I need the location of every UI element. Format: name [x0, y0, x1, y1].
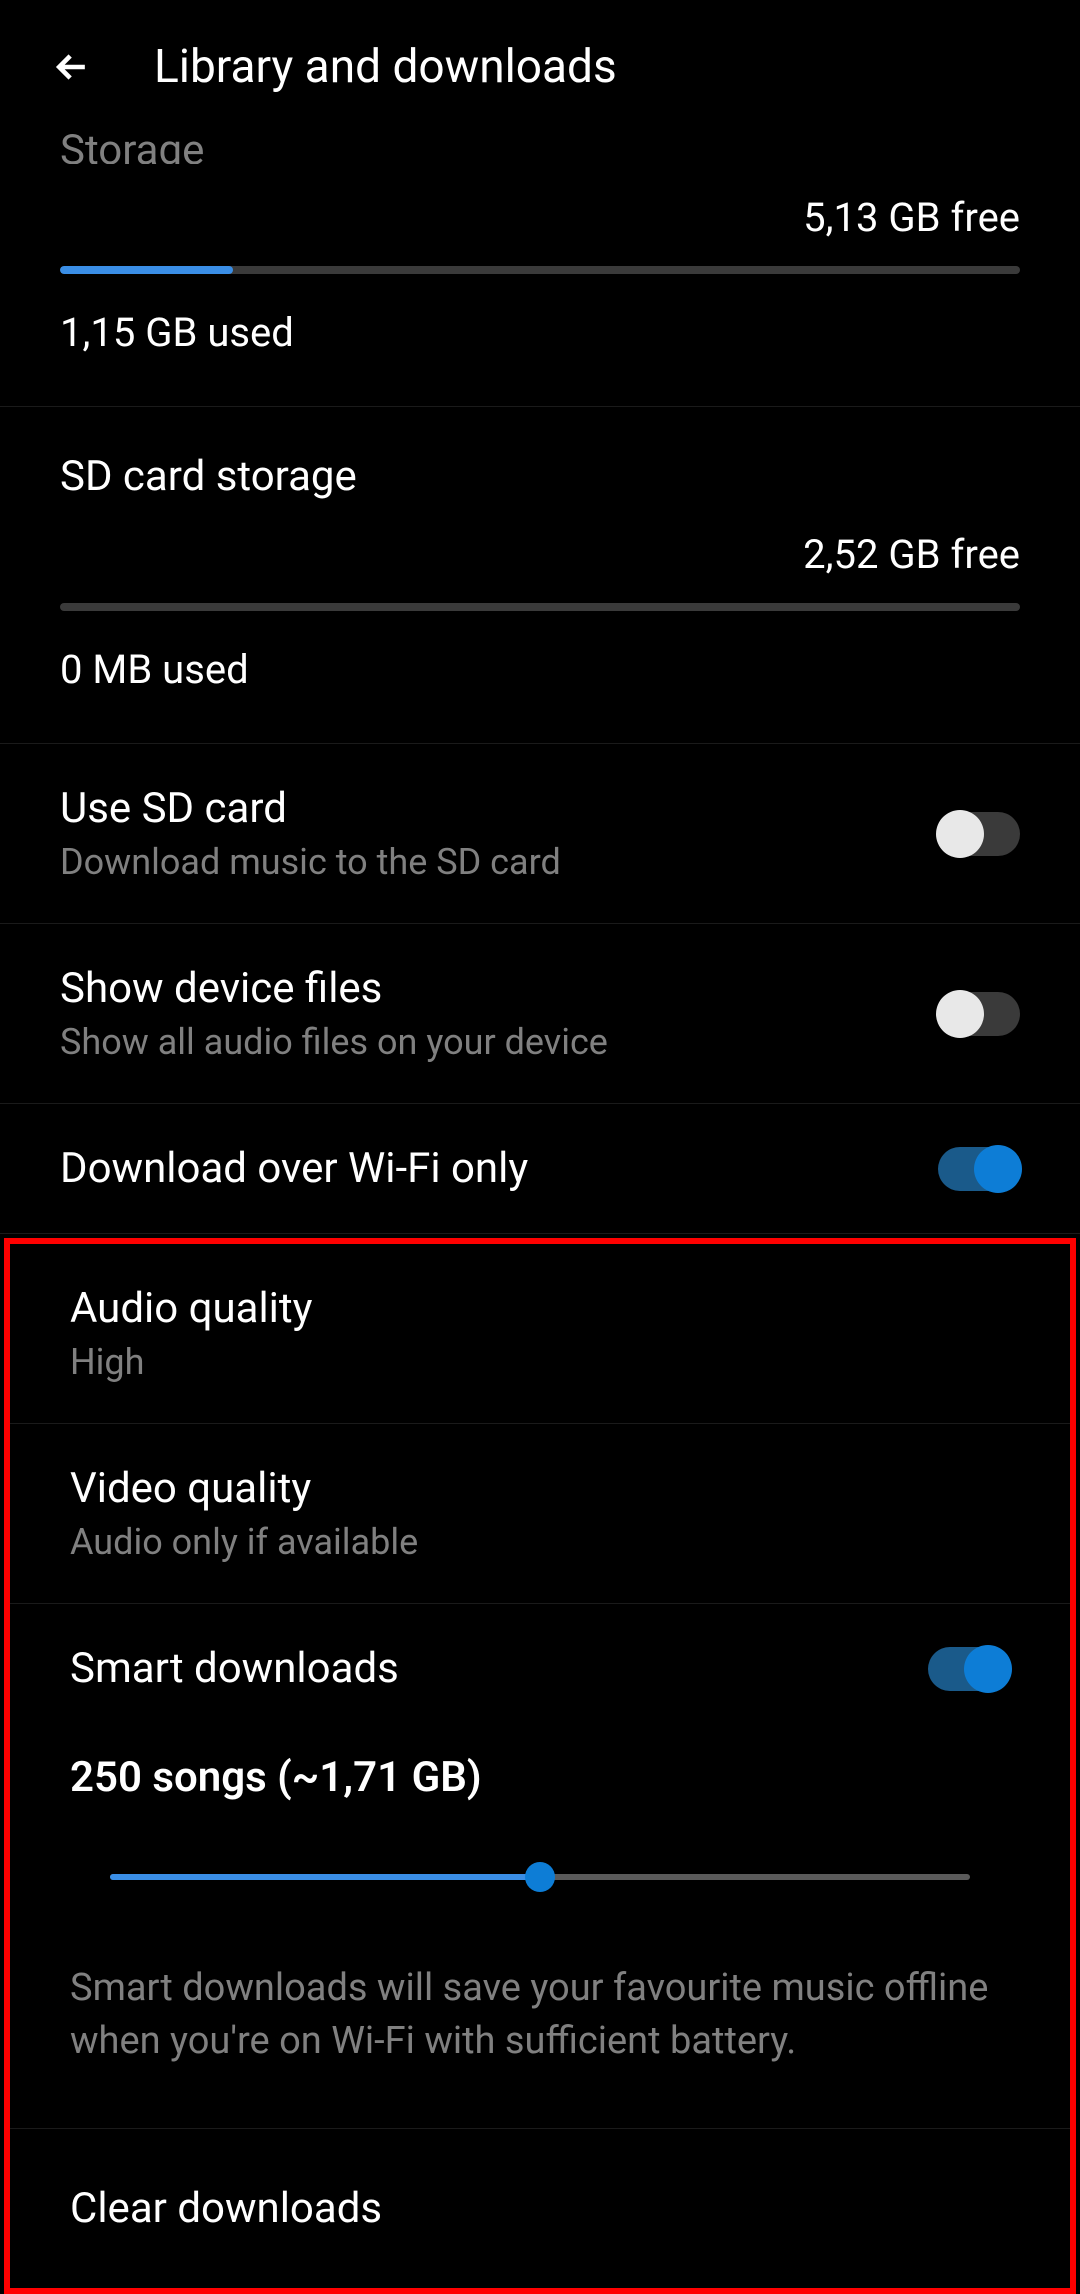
sd-storage-progress-bar	[60, 603, 1020, 611]
show-device-files-toggle[interactable]	[938, 992, 1020, 1036]
wifi-only-toggle[interactable]	[938, 1147, 1020, 1191]
video-quality-text: Video quality Audio only if available	[70, 1464, 1010, 1563]
show-device-files-title: Show device files	[60, 964, 938, 1013]
smart-downloads-section: Smart downloads 250 songs (~1,71 GB) Sma…	[10, 1604, 1070, 2129]
storage-title: Storage	[60, 126, 1020, 164]
back-arrow-icon[interactable]	[50, 45, 94, 89]
video-quality-row[interactable]: Video quality Audio only if available	[10, 1424, 1070, 1604]
smart-downloads-slider[interactable]	[110, 1862, 970, 1892]
wifi-only-row[interactable]: Download over Wi-Fi only	[0, 1104, 1080, 1234]
use-sd-card-text: Use SD card Download music to the SD car…	[60, 784, 938, 883]
audio-quality-text: Audio quality High	[70, 1284, 1010, 1383]
audio-quality-row[interactable]: Audio quality High	[10, 1244, 1070, 1424]
storage-used-text: 1,15 GB used	[60, 309, 1020, 356]
smart-downloads-description: Smart downloads will save your favourite…	[70, 1962, 1010, 2068]
page-title: Library and downloads	[154, 40, 617, 94]
storage-progress-bar	[60, 266, 1020, 274]
sd-storage-used-text: 0 MB used	[60, 646, 1020, 693]
audio-quality-value: High	[70, 1341, 1010, 1383]
toggle-knob	[936, 990, 984, 1038]
smart-downloads-toggle[interactable]	[928, 1647, 1010, 1691]
smart-downloads-info: 250 songs (~1,71 GB)	[70, 1753, 1010, 1802]
highlight-annotation: Audio quality High Video quality Audio o…	[4, 1238, 1076, 2294]
wifi-only-text: Download over Wi-Fi only	[60, 1144, 938, 1193]
use-sd-card-title: Use SD card	[60, 784, 938, 833]
video-quality-value: Audio only if available	[70, 1521, 1010, 1563]
smart-downloads-header[interactable]: Smart downloads	[70, 1644, 1010, 1693]
use-sd-card-row[interactable]: Use SD card Download music to the SD car…	[0, 744, 1080, 924]
header-bar: Library and downloads	[0, 0, 1080, 134]
toggle-knob	[964, 1645, 1012, 1693]
use-sd-card-toggle[interactable]	[938, 812, 1020, 856]
slider-fill	[110, 1874, 540, 1880]
toggle-knob	[974, 1145, 1022, 1193]
toggle-knob	[936, 810, 984, 858]
video-quality-title: Video quality	[70, 1464, 1010, 1513]
storage-free-text: 5,13 GB free	[60, 194, 1020, 241]
clear-downloads-title: Clear downloads	[70, 2184, 1010, 2233]
storage-progress-fill	[60, 266, 233, 274]
smart-downloads-title: Smart downloads	[70, 1644, 399, 1693]
sd-storage-title: SD card storage	[60, 452, 1020, 501]
show-device-files-text: Show device files Show all audio files o…	[60, 964, 938, 1063]
storage-section[interactable]: Storage 5,13 GB free 1,15 GB used	[0, 126, 1080, 407]
wifi-only-title: Download over Wi-Fi only	[60, 1144, 938, 1193]
sd-storage-section[interactable]: SD card storage 2,52 GB free 0 MB used	[0, 407, 1080, 744]
show-device-files-subtitle: Show all audio files on your device	[60, 1021, 938, 1063]
clear-downloads-row[interactable]: Clear downloads	[10, 2129, 1070, 2288]
audio-quality-title: Audio quality	[70, 1284, 1010, 1333]
show-device-files-row[interactable]: Show device files Show all audio files o…	[0, 924, 1080, 1104]
sd-storage-free-text: 2,52 GB free	[60, 531, 1020, 578]
use-sd-card-subtitle: Download music to the SD card	[60, 841, 938, 883]
slider-thumb[interactable]	[525, 1862, 555, 1892]
